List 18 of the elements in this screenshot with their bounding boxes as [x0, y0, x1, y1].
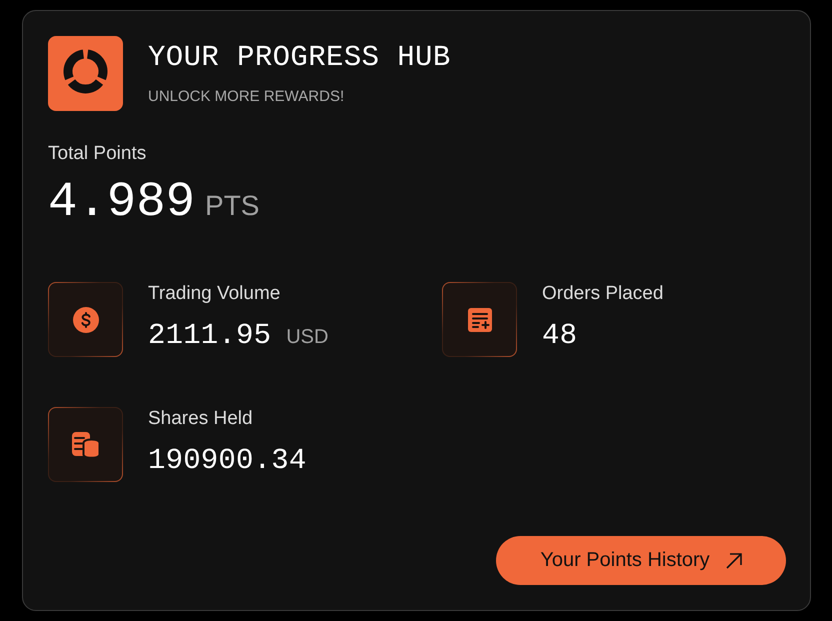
total-points-unit: PTS	[205, 190, 260, 222]
total-points-value: 4.989	[48, 174, 196, 230]
card-subtitle: UNLOCK MORE REWARDS!	[148, 87, 346, 107]
stat-label: Trading Volume	[148, 282, 282, 306]
stat-unit: USD	[286, 325, 328, 349]
coin-stack-icon	[48, 407, 123, 482]
total-points-label: Total Points	[48, 142, 148, 166]
points-history-button[interactable]: Your Points History	[496, 536, 786, 585]
stat-value: 2111.95	[148, 319, 272, 353]
list-plus-icon	[442, 282, 517, 357]
stat-value: 48	[542, 319, 578, 353]
arrow-up-right-icon	[726, 552, 742, 568]
logo-icon	[48, 36, 123, 111]
stat-label: Orders Placed	[542, 282, 664, 306]
stat-value: 190900.34	[148, 444, 306, 478]
dollar-coin-icon	[48, 282, 123, 357]
card-title: YOUR PROGRESS HUB	[148, 41, 451, 75]
stat-label: Shares Held	[148, 407, 254, 431]
